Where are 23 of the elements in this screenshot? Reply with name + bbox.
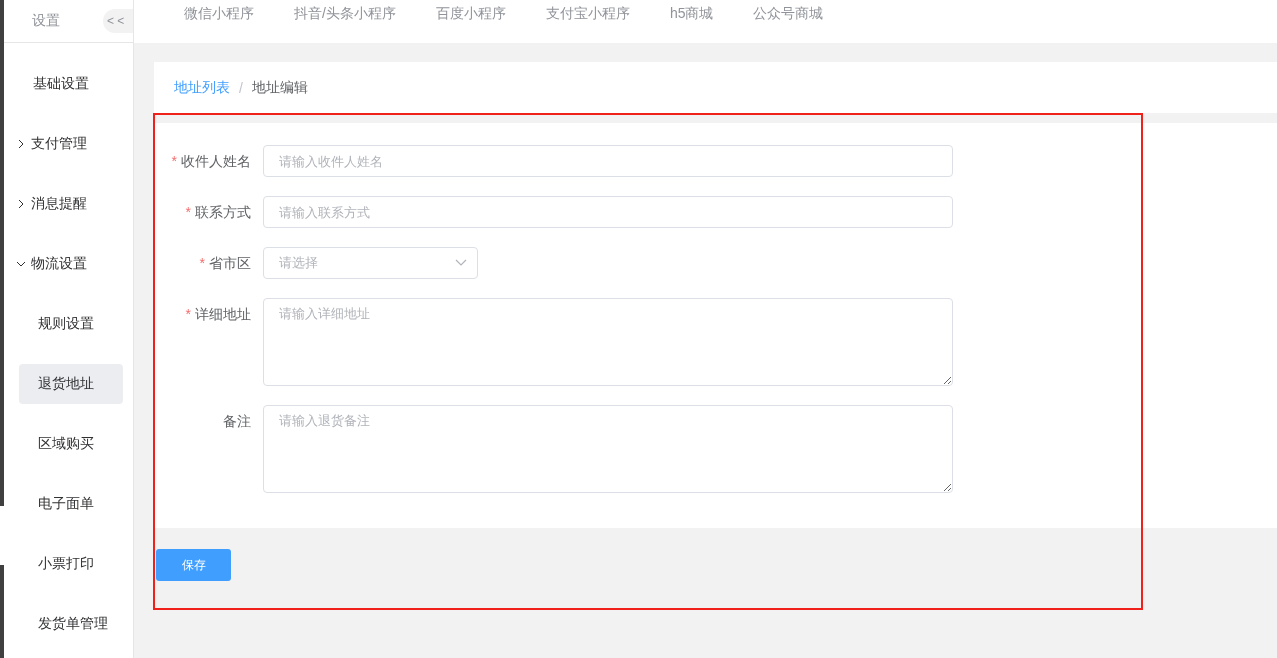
menu-item[interactable]: 区域购买 xyxy=(19,424,123,464)
textarea-field[interactable]: 请输入详细地址 xyxy=(263,298,953,386)
menu-item[interactable]: 退货地址 xyxy=(19,364,123,404)
menu-item[interactable]: 小票打印 xyxy=(19,544,123,584)
field-label: * 详细地址 xyxy=(184,305,252,324)
field-label: * 联系方式 xyxy=(184,203,252,222)
menu-item[interactable]: 规则设置 xyxy=(19,304,123,344)
text-input-field[interactable]: 请输入联系方式 xyxy=(263,196,953,228)
field-label: 备注 xyxy=(222,412,252,431)
menu-item[interactable]: 发货单管理 xyxy=(19,604,123,644)
textarea-field[interactable]: 请输入退货备注 xyxy=(263,405,953,493)
text-input-field[interactable]: 请输入收件人姓名 xyxy=(263,145,953,177)
menu-item[interactable]: 基础设置 xyxy=(4,54,133,114)
caret-icon xyxy=(455,259,467,267)
menu-group[interactable]: 物流设置 xyxy=(4,234,133,294)
breadcrumb-separator: / xyxy=(239,79,243,96)
menu-item[interactable]: 电子面单 xyxy=(19,484,123,524)
breadcrumb-current: 地址编辑 xyxy=(251,78,308,97)
field-label: * 省市区 xyxy=(198,254,252,273)
field-label: * 收件人姓名 xyxy=(170,152,252,171)
sidebar-title: 设置 xyxy=(32,12,60,30)
menu-group[interactable]: 消息提醒 xyxy=(4,174,133,234)
menu-group[interactable]: 支付管理 xyxy=(4,114,133,174)
